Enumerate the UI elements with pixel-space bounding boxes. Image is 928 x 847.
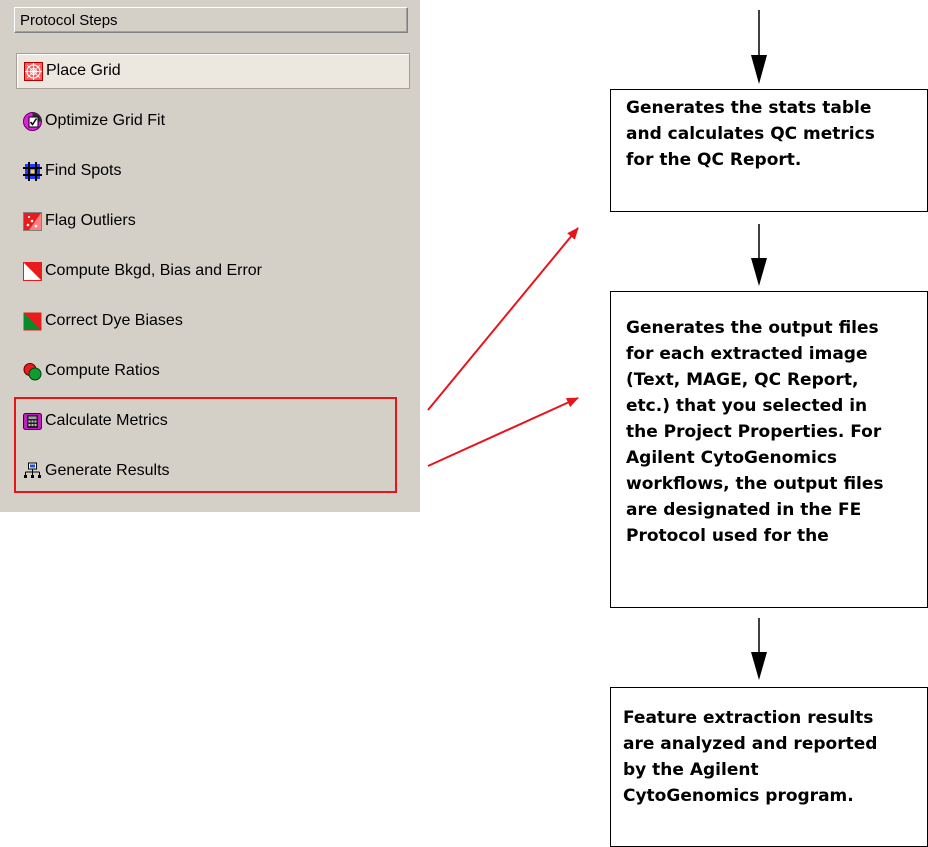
box2-line: etc.) that you selected in <box>626 396 868 416</box>
box2-line: Generates the output files <box>626 318 879 338</box>
box1-line: for the QC Report. <box>626 150 802 170</box>
box3-line: Feature extraction results <box>623 708 874 728</box>
flow-arrow-top <box>751 10 767 84</box>
box1-line: Generates the stats table <box>626 98 872 118</box>
flow-arrow-bottom <box>751 618 767 680</box>
box2-line: Protocol used for the <box>626 526 829 546</box>
box3-line: CytoGenomics program. <box>623 786 854 806</box>
box3-line: by the Agilent <box>623 760 759 780</box>
box2-line: for each extracted image <box>626 344 868 364</box>
box2-line: workflows, the output files <box>626 474 884 494</box>
box2-line: are designated in the FE <box>626 500 862 520</box>
box2-line: (Text, MAGE, QC Report, <box>626 370 859 390</box>
analysis-box: Feature extraction results are analyzed … <box>610 687 928 847</box>
box2-line: Agilent CytoGenomics <box>626 448 838 468</box>
red-arrow-to-output-box <box>427 397 579 467</box>
output-files-box: Generates the output files for each extr… <box>610 291 928 608</box>
flow-arrow-middle <box>751 224 767 286</box>
box3-line: are analyzed and reported <box>623 734 878 754</box>
box2-line: the Project Properties. For <box>626 422 882 442</box>
stats-table-box: Generates the stats table and calculates… <box>610 89 928 212</box>
red-arrow-to-stats-box <box>427 227 579 411</box>
box1-line: and calculates QC metrics <box>626 124 875 144</box>
